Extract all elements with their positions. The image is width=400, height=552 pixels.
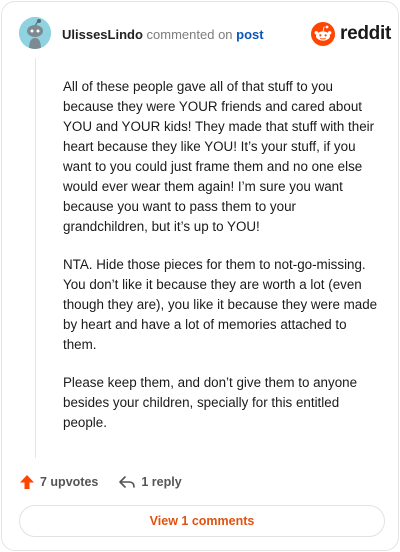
- post-link[interactable]: post: [236, 27, 263, 42]
- action-text: commented on: [146, 27, 233, 42]
- upvote-count: 7 upvotes: [40, 475, 99, 489]
- comment-body: All of these people gave all of that stu…: [63, 77, 381, 451]
- user-avatar-icon[interactable]: [19, 17, 51, 49]
- upvote-arrow-icon: [20, 475, 34, 489]
- reddit-logo-icon: [311, 22, 335, 46]
- comment-paragraph: All of these people gave all of that stu…: [63, 79, 375, 234]
- thread-line[interactable]: [35, 58, 36, 458]
- reddit-wordmark: reddit: [340, 23, 391, 44]
- view-comments-button[interactable]: View 1 comments: [19, 505, 385, 537]
- reply-count: 1 reply: [141, 475, 182, 489]
- comment-actions: 7 upvotes 1 reply: [19, 471, 182, 493]
- reply-button[interactable]: 1 reply: [118, 474, 182, 490]
- username-link[interactable]: UlissesLindo: [62, 27, 143, 42]
- reddit-logo[interactable]: reddit: [311, 21, 391, 47]
- comment-paragraph: NTA. Hide those pieces for them to not-g…: [63, 257, 378, 352]
- comment-header: UlissesLindo commented on post: [62, 27, 264, 43]
- reply-icon: [119, 476, 136, 488]
- upvote-button[interactable]: 7 upvotes: [19, 474, 98, 490]
- comment-card: UlissesLindo commented on post reddit Al…: [1, 1, 399, 551]
- comment-paragraph: Please keep them, and don’t give them to…: [63, 375, 358, 430]
